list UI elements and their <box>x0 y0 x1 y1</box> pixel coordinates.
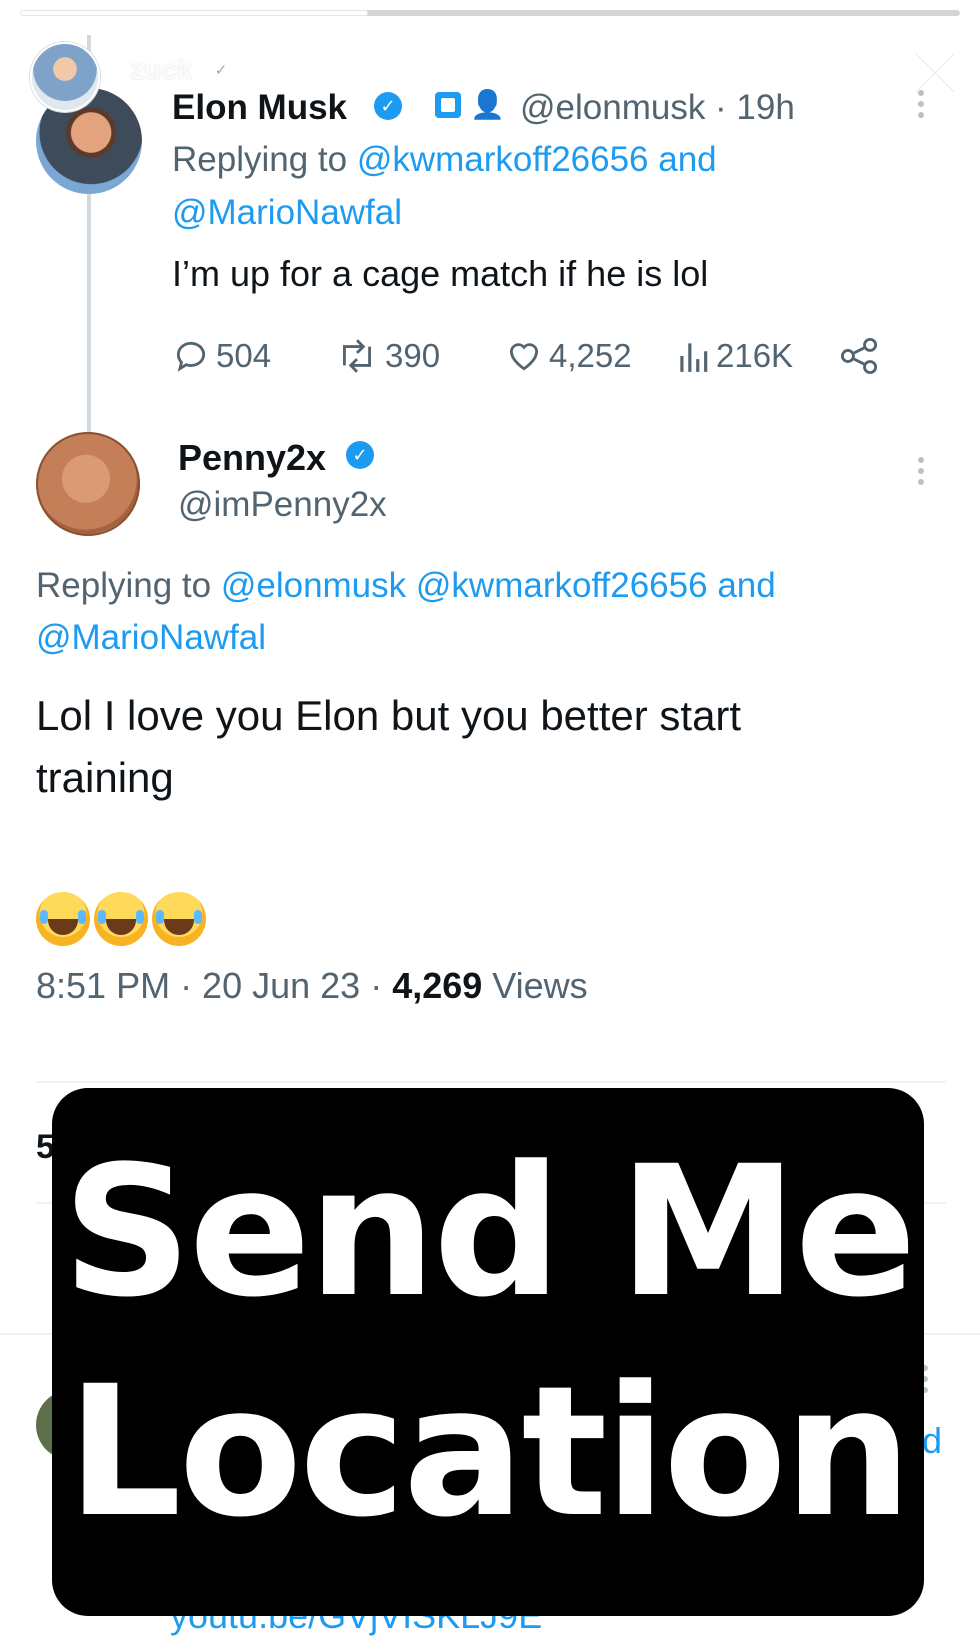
story-username[interactable]: zuck <box>130 54 192 86</box>
views-button[interactable]: 216K <box>676 337 793 375</box>
tweet1-replying-to-cont: @MarioNawfal <box>172 193 402 233</box>
analytics-icon <box>680 343 708 372</box>
mention-and: and <box>707 566 776 605</box>
tweet2-replying-to: Replying to @elonmusk @kwmarkoff26656 an… <box>36 566 776 606</box>
mention-link[interactable]: @MarioNawfal <box>36 618 266 657</box>
emoji-row <box>36 892 206 946</box>
tweet1-replying-to: Replying to @kwmarkoff26656 and <box>172 140 717 180</box>
views-label: Views <box>482 965 588 1006</box>
like-count: 4,252 <box>549 337 632 374</box>
laughing-tears-emoji-icon <box>94 892 148 946</box>
tweet1-handle-time: @elonmusk · 19h <box>520 88 795 127</box>
repost-button[interactable]: 390 <box>335 337 440 375</box>
mention-link[interactable]: @MarioNawfal <box>172 193 402 232</box>
laughing-tears-emoji-icon <box>152 892 206 946</box>
mention-link[interactable]: @elonmusk <box>221 566 406 605</box>
tweet1-text: I’m up for a cage match if he is lol <box>172 253 709 294</box>
story-time: 25m <box>245 54 300 85</box>
mention-and: and <box>648 140 717 179</box>
tweet2-text-line1: Lol I love you Elon but you better start <box>36 692 742 739</box>
reply-count: 504 <box>216 337 272 374</box>
tweet2-more-icon[interactable] <box>918 457 924 485</box>
story-verified-icon: ✓ <box>210 60 232 82</box>
tweet1-more-icon[interactable] <box>918 90 926 118</box>
tweet2-author-name[interactable]: Penny2x <box>178 437 326 479</box>
divider <box>36 1081 946 1083</box>
person-badge-icon: 👤 <box>470 89 505 120</box>
repost-count: 390 <box>385 337 441 374</box>
repost-icon <box>343 339 371 373</box>
story-avatar[interactable] <box>30 42 100 112</box>
reply-button[interactable]: 504 <box>172 337 271 375</box>
view-count: 216K <box>716 337 794 374</box>
verified-icon: ✓ <box>346 441 374 469</box>
tweet2-text-line2: training <box>36 754 174 801</box>
heart-icon <box>509 343 539 371</box>
verified-icon: ✓ <box>374 92 402 120</box>
replying-prefix: Replying to <box>172 140 357 179</box>
affiliation-badge-icon <box>435 92 461 118</box>
timestamp[interactable]: 8:51 PM · 20 Jun 23 · <box>36 965 392 1006</box>
laughing-tears-emoji-icon <box>36 892 90 946</box>
views-count: 4,269 <box>392 965 483 1006</box>
tweet1-author-name[interactable]: Elon Musk <box>172 88 347 128</box>
reply-text-fragment: d <box>922 1420 943 1461</box>
share-icon <box>840 337 878 375</box>
replying-prefix: Replying to <box>36 566 221 605</box>
tweet2-handle[interactable]: @imPenny2x <box>178 485 387 525</box>
like-button[interactable]: 4,252 <box>505 337 632 375</box>
penny-avatar[interactable] <box>36 432 140 536</box>
story-more-icon[interactable]: ••• <box>823 54 858 86</box>
mention-link[interactable]: @kwmarkoff26656 <box>357 140 649 179</box>
share-button[interactable] <box>838 337 886 375</box>
mention-link[interactable]: @kwmarkoff26656 <box>416 566 708 605</box>
reply-icon <box>176 341 206 372</box>
tweet2-replying-to-cont: @MarioNawfal <box>36 618 266 658</box>
story-progress-bar <box>20 10 960 16</box>
sticker-text-line2: Location <box>66 1348 912 1557</box>
sticker-text-line1: Send Me <box>62 1128 917 1337</box>
tweet2-meta: 8:51 PM · 20 Jun 23 · 4,269 Views <box>36 965 588 1007</box>
story-progress-fill <box>20 10 368 16</box>
